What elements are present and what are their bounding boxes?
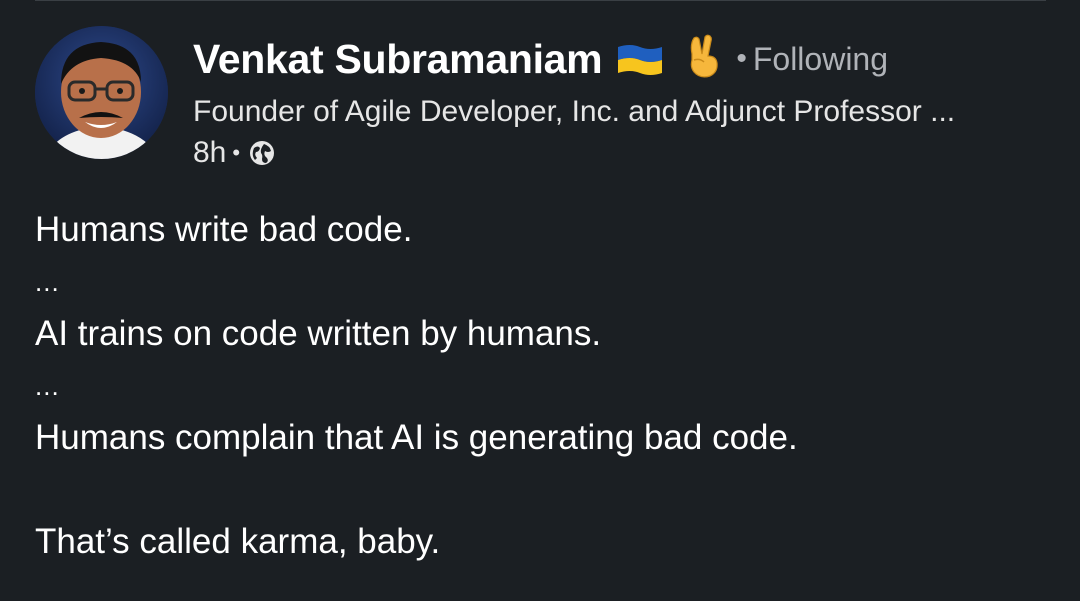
ukraine-flag-icon [616, 43, 664, 77]
post-body: Humans write bad code. ... AI trains on … [35, 204, 1050, 568]
meta-dot-separator: • [232, 140, 241, 165]
post-line-6 [35, 464, 1050, 516]
author-name[interactable]: Venkat Subramaniam [193, 36, 603, 83]
following-status[interactable]: Following [753, 41, 888, 78]
post-header: Venkat Subramaniam • Following Founder o… [35, 22, 1050, 182]
post-line-1: Humans write bad code. [35, 210, 413, 249]
top-divider [35, 0, 1046, 1]
author-block: Venkat Subramaniam • Following Founder o… [193, 22, 1050, 170]
post-line-7: That’s called karma, baby. [35, 522, 441, 561]
post-line-4: ... [35, 371, 60, 401]
victory-hand-icon [686, 34, 722, 78]
post-line-5: Humans complain that AI is generating ba… [35, 418, 798, 457]
globe-icon [248, 139, 276, 167]
post-time: 8h [193, 136, 227, 169]
author-name-row: Venkat Subramaniam • Following [193, 22, 1050, 96]
post-line-3: AI trains on code written by humans. [35, 314, 602, 353]
author-avatar[interactable] [35, 26, 168, 159]
post-line-2: ... [35, 267, 60, 297]
author-headline: Founder of Agile Developer, Inc. and Adj… [193, 95, 956, 128]
post-meta: 8h • [193, 136, 1050, 170]
dot-separator: • [736, 42, 747, 75]
